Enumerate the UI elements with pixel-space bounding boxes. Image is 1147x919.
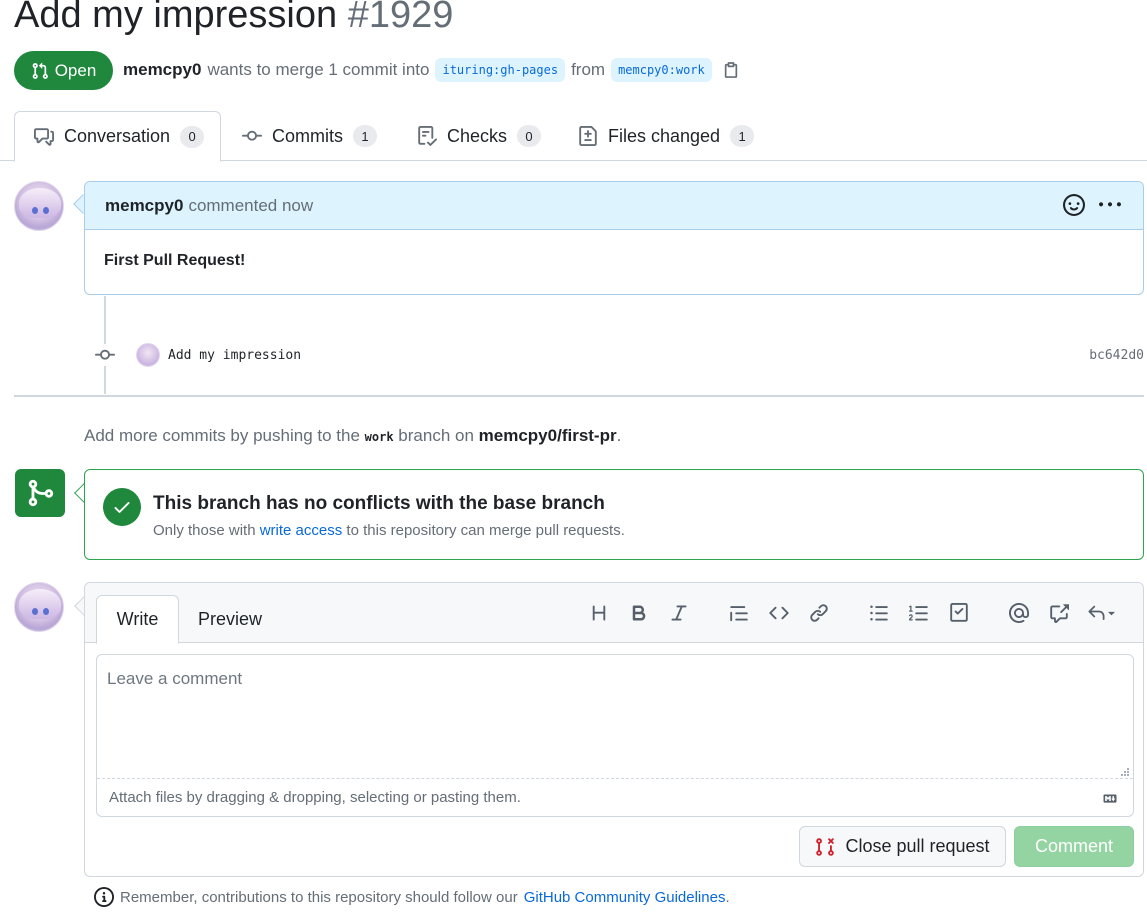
tab-files-changed[interactable]: Files changed 1 — [578, 111, 755, 161]
git-merge-icon — [28, 479, 54, 507]
tab-files-changed-count: 1 — [730, 125, 755, 147]
commit-author-avatar[interactable] — [136, 343, 160, 367]
mention-icon[interactable] — [999, 599, 1039, 627]
heading-icon[interactable] — [579, 599, 619, 627]
pr-meta: memcpy0 wants to merge 1 commit into itu… — [123, 58, 740, 82]
ordered-list-icon[interactable] — [899, 599, 939, 627]
composer-header: Write Preview — [85, 583, 1143, 644]
commit-sha[interactable]: bc642d0 — [1089, 348, 1144, 363]
push-note-suffix: . — [616, 426, 622, 445]
community-guidelines-link[interactable]: GitHub Community Guidelines — [524, 889, 726, 906]
comment-discussion-icon — [34, 127, 54, 146]
git-commit-icon — [94, 344, 116, 366]
file-diff-icon — [579, 126, 597, 146]
italic-icon[interactable] — [659, 599, 699, 627]
markdown-toolbar — [579, 599, 1123, 627]
unordered-list-icon[interactable] — [859, 599, 899, 627]
base-branch[interactable]: ituring:gh-pages — [435, 58, 566, 82]
tab-preview[interactable]: Preview — [189, 595, 271, 644]
merge-status-box: This branch has no conflicts with the ba… — [84, 469, 1144, 560]
smiley-icon[interactable] — [1063, 194, 1085, 216]
check-circle-icon — [103, 488, 141, 526]
comment-textarea[interactable]: Leave a comment Attach files by dragging… — [96, 654, 1134, 817]
checklist-icon — [418, 126, 437, 146]
markdown-icon[interactable] — [1100, 792, 1120, 805]
timeline-commit: Add my impression bc642d0 — [94, 340, 1144, 370]
cross-reference-icon[interactable] — [1039, 599, 1079, 627]
info-icon — [94, 887, 114, 907]
timeline-divider — [14, 395, 1144, 397]
merge-sub-prefix: Only those with — [153, 522, 256, 539]
pr-author-link[interactable]: memcpy0 — [123, 60, 201, 80]
issue-closed-icon — [816, 837, 835, 856]
close-pr-button[interactable]: Close pull request — [799, 826, 1006, 867]
pr-merge-text: wants to merge 1 commit into — [207, 60, 430, 79]
push-note-prefix: Add more commits by pushing to the — [84, 426, 360, 445]
tab-checks-count: 0 — [517, 125, 542, 147]
pr-from-text: from — [571, 60, 606, 79]
comment-action: commented now — [188, 195, 314, 215]
commit-message[interactable]: Add my impression — [168, 348, 301, 363]
comment-author[interactable]: memcpy0 — [105, 196, 183, 216]
viewer-avatar[interactable] — [14, 582, 64, 632]
tab-files-changed-label: Files changed — [608, 125, 721, 146]
bold-icon[interactable] — [619, 599, 659, 627]
merge-status-sub: Only those with write access to this rep… — [153, 522, 625, 539]
push-note-repo[interactable]: memcpy0/first-pr — [479, 426, 617, 445]
close-pr-label: Close pull request — [845, 836, 990, 856]
comment-button[interactable]: Comment — [1014, 826, 1134, 867]
quote-icon[interactable] — [719, 599, 759, 627]
tab-checks-label: Checks — [447, 125, 508, 146]
comment-header: memcpy0 commented now — [85, 182, 1143, 230]
reply-icon[interactable] — [1079, 599, 1123, 627]
resize-handle-icon[interactable] — [1120, 767, 1130, 777]
merge-status-icon — [15, 469, 65, 517]
head-branch[interactable]: memcpy0:work — [611, 58, 712, 82]
pr-title: Add my impression #1929 — [14, 0, 453, 37]
tab-commits[interactable]: Commits 1 — [242, 111, 377, 161]
tab-checks[interactable]: Checks 0 — [417, 111, 542, 161]
pr-state-label: Open — [54, 60, 97, 80]
push-note-middle: branch on — [398, 426, 474, 445]
merge-sub-suffix: to this repository can merge pull reques… — [346, 522, 625, 539]
tab-write[interactable]: Write — [96, 595, 179, 644]
pr-title-text: Add my impression — [14, 0, 338, 36]
push-note-branch: work — [364, 430, 394, 444]
pr-state-badge: Open — [14, 51, 113, 90]
comment-composer: Write Preview Leave a comment Attach fil… — [84, 582, 1144, 877]
write-access-link[interactable]: write access — [260, 522, 343, 539]
attach-files-text: Attach files by dragging & dropping, sel… — [109, 789, 521, 806]
pr-number: #1929 — [347, 0, 454, 36]
kebab-menu-icon[interactable] — [1099, 194, 1121, 216]
guidelines-prefix: Remember, contributions to this reposito… — [120, 888, 518, 906]
tab-conversation[interactable]: Conversation 0 — [14, 111, 221, 162]
pr-tabs: Conversation 0 Commits 1 Checks 0 Files … — [0, 111, 1147, 162]
tab-commits-count: 1 — [353, 125, 377, 147]
pr-description-comment: memcpy0 commented now First Pull Request… — [84, 181, 1144, 295]
guidelines-note: Remember, contributions to this reposito… — [94, 887, 730, 907]
link-icon[interactable] — [799, 599, 839, 627]
guidelines-suffix: . — [725, 888, 730, 906]
tab-conversation-count: 0 — [180, 125, 205, 148]
tab-commits-label: Commits — [272, 125, 343, 146]
git-pull-request-icon — [32, 62, 48, 79]
comment-author-avatar[interactable] — [14, 181, 64, 231]
code-icon[interactable] — [759, 599, 799, 627]
comment-placeholder: Leave a comment — [107, 669, 243, 688]
attach-files-bar[interactable]: Attach files by dragging & dropping, sel… — [97, 768, 1133, 816]
merge-status-title: This branch has no conflicts with the ba… — [153, 493, 605, 514]
comment-body: First Pull Request! — [104, 252, 246, 269]
task-list-icon[interactable] — [939, 599, 979, 627]
git-commit-icon — [242, 130, 262, 141]
push-note: Add more commits by pushing to the work … — [84, 426, 621, 446]
copy-icon[interactable] — [722, 61, 740, 79]
tab-conversation-label: Conversation — [64, 126, 171, 146]
